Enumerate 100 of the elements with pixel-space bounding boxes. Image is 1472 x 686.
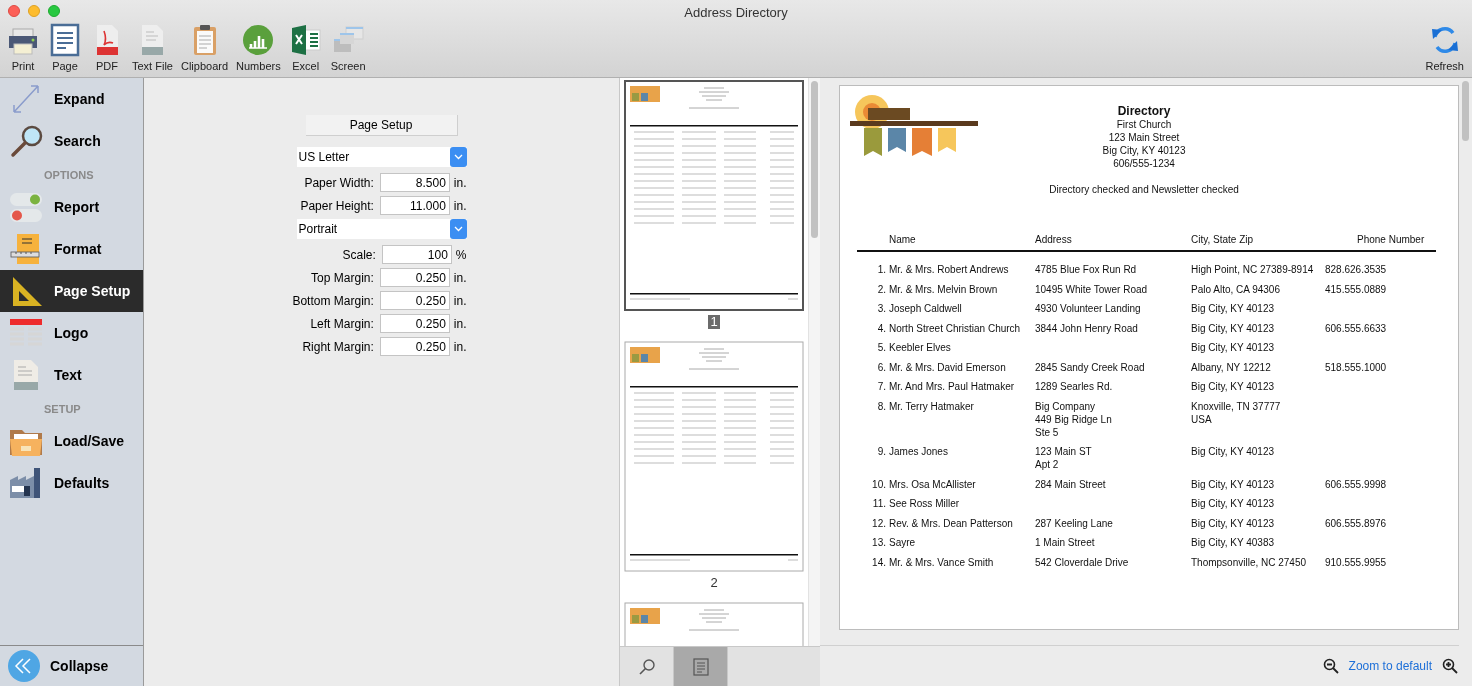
collapse-button[interactable]: Collapse <box>0 645 143 686</box>
address-cell-text: 3844 John Henry Road <box>1035 321 1139 335</box>
name-cell-text: North Street Christian Church <box>889 321 1022 335</box>
toolbar-button[interactable]: Screen <box>330 23 366 72</box>
row-number: 10. <box>871 477 887 491</box>
dropdown[interactable]: US Letter <box>296 147 467 167</box>
sidebar-item[interactable]: Page Setup <box>0 270 143 312</box>
column-header: Phone Number <box>1356 233 1426 247</box>
city-cell-text: Big City, KY 40123 <box>1191 516 1275 530</box>
page-number[interactable]: 1 <box>708 315 720 329</box>
close-button[interactable] <box>8 5 20 17</box>
address-cell-text: Ste 5 <box>1035 425 1060 439</box>
sidebar-item[interactable]: Text <box>0 354 143 396</box>
minimize-button[interactable] <box>28 5 40 17</box>
name-cell-text: Mr. Terry Hatmaker <box>889 399 975 414</box>
sidebar-item[interactable]: Expand <box>0 78 143 120</box>
phone-cell-text: 415.555.0889 <box>1325 282 1388 296</box>
sidebar-item[interactable]: Logo <box>0 312 143 354</box>
page-thumbnail-drawing[interactable] <box>624 341 804 572</box>
name-cell-text: Keebler Elves <box>889 341 952 355</box>
row-number: 11. <box>871 497 887 511</box>
city-cell-text: Big City, KY 40123 <box>1191 321 1275 335</box>
unit-label: in. <box>452 338 467 356</box>
name-cell-text: Sayre <box>889 536 917 550</box>
address-cell-text: 4785 Blue Fox Run Rd <box>1035 263 1138 277</box>
section-heading: SETUP <box>43 402 82 417</box>
sidebar-item[interactable]: Load/Save <box>0 420 143 462</box>
row-number: 13. <box>871 536 887 550</box>
field-label: Top Margin: <box>310 269 375 287</box>
address-cell-text: 449 Big Ridge Ln <box>1035 412 1113 426</box>
sidebar-item[interactable]: Format <box>0 228 143 270</box>
zoom-in-icon[interactable] <box>1442 658 1458 674</box>
toolbar-button[interactable]: Excel <box>288 23 323 72</box>
page-thumbnail-drawing[interactable] <box>624 80 804 311</box>
zoom-to-default-link[interactable]: Zoom to default <box>1344 657 1436 675</box>
toolbar-button[interactable]: Print <box>6 23 40 72</box>
address-cell-text: Big Company <box>1035 399 1097 413</box>
dropdown[interactable]: Portrait <box>296 219 467 239</box>
phone-cell-text: 518.555.1000 <box>1325 360 1388 374</box>
address-cell-text: 1289 Searles Rd. <box>1035 380 1114 394</box>
report-title: Directory <box>1117 104 1171 118</box>
input-field[interactable]: 0.250 <box>379 314 450 333</box>
double-chevron-left-icon <box>8 650 40 682</box>
row-number: 9. <box>876 445 887 460</box>
name-cell-text: Rev. & Mrs. Dean Patterson <box>889 516 1014 530</box>
search-icon <box>8 124 44 158</box>
toolbar-button[interactable]: Page <box>48 23 82 72</box>
address-cell-text: 287 Keeling Lane <box>1035 516 1114 530</box>
name-cell-text: Mrs. Osa McAllister <box>889 477 977 491</box>
name-cell-text: Joseph Caldwell <box>889 302 963 316</box>
city-cell-text: Big City, KY 40383 <box>1191 536 1275 550</box>
name-cell-text: Mr. And Mrs. Paul Hatmaker <box>889 380 1016 394</box>
search-icon <box>637 657 656 676</box>
toolbar-button[interactable]: PDF <box>90 23 124 72</box>
field-label: Bottom Margin: <box>291 292 375 310</box>
sidebar-item[interactable]: Defaults <box>0 462 143 504</box>
refresh-button[interactable]: Refresh <box>1425 23 1472 72</box>
toolbar-button[interactable]: Clipboard <box>180 23 229 72</box>
zoom-button[interactable] <box>48 5 60 17</box>
row-number: 3. <box>876 302 887 316</box>
input-field[interactable]: 11.000 <box>379 196 450 215</box>
city-cell-text: Big City, KY 40123 <box>1191 380 1275 394</box>
input-field[interactable]: 100 <box>381 245 452 264</box>
toolbar-button[interactable]: Text File <box>132 23 173 72</box>
phone-cell-text: 910.555.9955 <box>1325 555 1388 569</box>
city-cell-text: Big City, KY 40123 <box>1191 445 1275 459</box>
page-setup-button[interactable]: Page Setup <box>305 115 458 136</box>
name-cell-text: Mr. & Mrs. Melvin Brown <box>889 282 999 296</box>
input-field[interactable]: 0.250 <box>379 268 450 287</box>
field-label: Left Margin: <box>309 315 375 333</box>
report-subtitle: Directory checked and Newsletter checked <box>1049 183 1239 196</box>
name-cell-text: Mr. & Mrs. Robert Andrews <box>889 263 1010 277</box>
field-label: Paper Width: <box>303 174 375 192</box>
toggle-switches-icon <box>8 190 44 224</box>
city-cell-text: High Point, NC 27389-8914 <box>1191 263 1315 277</box>
row-number: 6. <box>876 360 887 374</box>
row-number: 8. <box>876 399 887 414</box>
city-cell-text: Big City, KY 40123 <box>1191 477 1275 491</box>
input-field[interactable]: 0.250 <box>379 291 450 310</box>
input-field[interactable]: 8.500 <box>379 173 450 192</box>
header-line: 123 Main Street <box>1108 131 1180 144</box>
address-cell-text: 10495 White Tower Road <box>1035 282 1149 296</box>
scrollbar[interactable] <box>808 78 820 646</box>
window-title: Address Directory <box>684 4 788 22</box>
city-cell-text: Thompsonville, NC 27450 <box>1191 555 1308 569</box>
zoom-out-icon[interactable] <box>1322 658 1339 674</box>
unit-label: % <box>454 246 467 264</box>
header-line: Big City, KY 40123 <box>1102 144 1186 157</box>
toolbar-button[interactable]: Numbers <box>236 23 281 72</box>
address-cell-text: 1 Main Street <box>1035 536 1096 550</box>
city-cell-text: Albany, NY 12212 <box>1191 360 1272 374</box>
page-number[interactable]: 2 <box>708 576 720 590</box>
view-tab[interactable] <box>674 647 728 686</box>
sidebar-item[interactable]: Report <box>0 186 143 228</box>
address-cell-text: 542 Cloverdale Drive <box>1035 555 1130 569</box>
sidebar-item[interactable]: Search <box>0 120 143 162</box>
address-cell-text: 123 Main ST <box>1035 445 1093 459</box>
section-heading: OPTIONS <box>43 168 95 183</box>
unit-label: in. <box>452 292 467 310</box>
input-field[interactable]: 0.250 <box>379 337 450 356</box>
